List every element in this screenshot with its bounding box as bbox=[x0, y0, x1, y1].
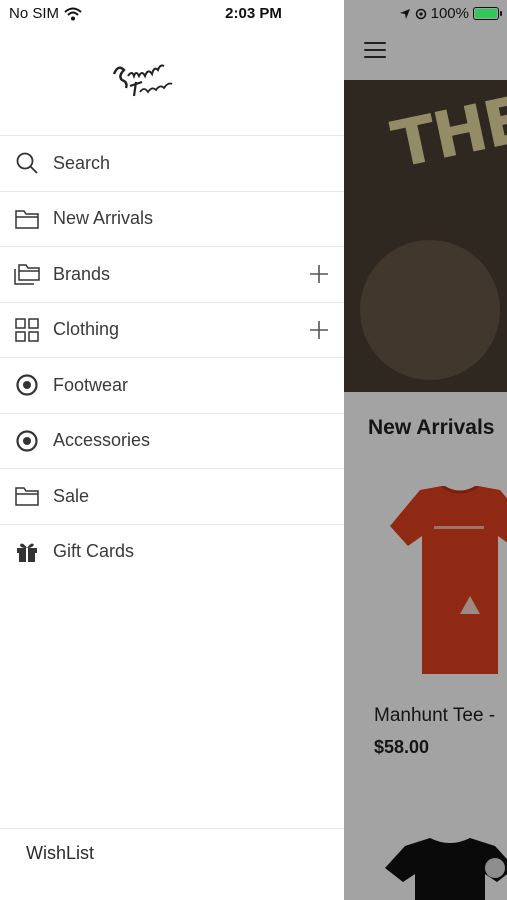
location-icon bbox=[399, 8, 410, 19]
folder-icon bbox=[14, 483, 40, 509]
drawer-menu: Search New Arrivals Brands Clothing Foot… bbox=[0, 135, 344, 579]
expand-plus-icon[interactable] bbox=[308, 263, 330, 285]
menu-item-accessories[interactable]: Accessories bbox=[0, 412, 344, 469]
menu-item-label: Footwear bbox=[53, 374, 129, 395]
menu-item-label: Clothing bbox=[53, 319, 120, 340]
brand-logo[interactable] bbox=[108, 56, 174, 102]
menu-item-clothing[interactable]: Clothing bbox=[0, 301, 344, 358]
folders-icon bbox=[14, 261, 40, 287]
target-icon bbox=[14, 428, 40, 454]
dim-overlay[interactable] bbox=[344, 0, 507, 900]
target-icon bbox=[14, 372, 40, 398]
menu-item-label: Gift Cards bbox=[53, 541, 135, 562]
grid-icon bbox=[14, 317, 40, 343]
wishlist-link[interactable]: WishList bbox=[26, 843, 94, 864]
menu-item-label: New Arrivals bbox=[53, 208, 154, 229]
gift-icon bbox=[14, 539, 40, 565]
status-bar: No SIM 2:03 PM 100% bbox=[0, 0, 507, 28]
folder-icon bbox=[14, 206, 40, 232]
menu-item-footwear[interactable]: Footwear bbox=[0, 357, 344, 413]
status-right: 100% bbox=[399, 5, 502, 22]
drawer-footer: WishList bbox=[0, 828, 344, 900]
menu-item-label: Search bbox=[53, 152, 111, 173]
battery-icon bbox=[473, 7, 502, 20]
expand-plus-icon[interactable] bbox=[308, 319, 330, 341]
menu-item-label: Accessories bbox=[53, 430, 151, 451]
menu-item-label: Brands bbox=[53, 263, 111, 284]
navigation-drawer: Search New Arrivals Brands Clothing Foot… bbox=[0, 0, 344, 900]
menu-item-search[interactable]: Search bbox=[0, 135, 344, 191]
search-icon bbox=[14, 150, 40, 176]
menu-item-label: Sale bbox=[53, 485, 90, 506]
menu-item-brands[interactable]: Brands bbox=[0, 246, 344, 302]
menu-item-sale[interactable]: Sale bbox=[0, 468, 344, 524]
battery-percent: 100% bbox=[430, 5, 469, 22]
menu-item-new-arrivals[interactable]: New Arrivals bbox=[0, 190, 344, 247]
menu-item-gift-cards[interactable]: Gift Cards bbox=[0, 523, 344, 580]
orientation-lock-icon bbox=[415, 8, 426, 19]
